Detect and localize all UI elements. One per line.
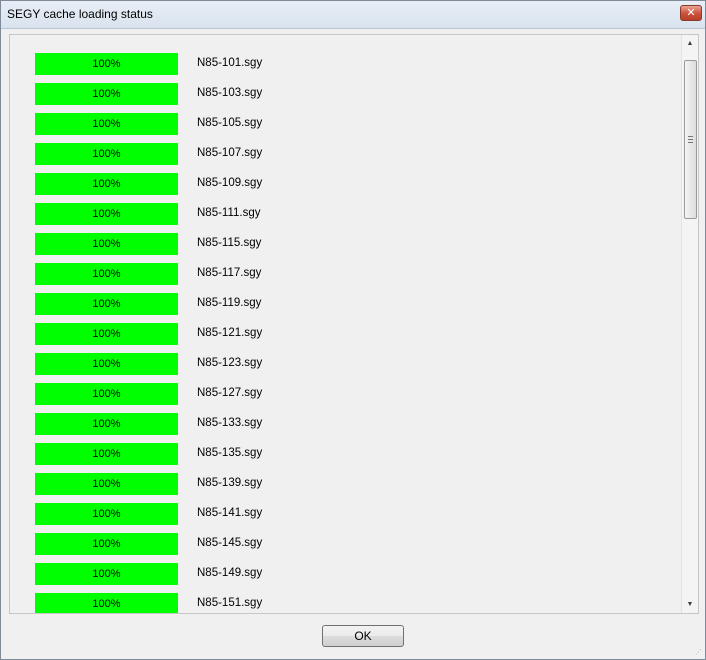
progress-label: 100% — [92, 178, 121, 190]
file-name: N85-151.sgy — [197, 597, 263, 609]
progress-bar: 100% — [35, 443, 178, 465]
progress-bar: 100% — [35, 113, 178, 135]
list-item: 100% N85-139.sgy — [10, 473, 670, 495]
list-item: 100% N85-115.sgy — [10, 233, 670, 255]
status-list: 100% N85-101.sgy 100% N85-103.sgy 100% N85-10… — [10, 35, 682, 613]
list-item: 100% N85-135.sgy — [10, 443, 670, 465]
progress-label: 100% — [92, 358, 121, 370]
progress-bar: 100% — [35, 233, 178, 255]
window-title: SEGY cache loading status — [7, 7, 153, 21]
file-name: N85-103.sgy — [197, 87, 263, 99]
progress-label: 100% — [92, 568, 121, 580]
list-item: 100% N85-141.sgy — [10, 503, 670, 525]
progress-bar: 100% — [35, 503, 178, 525]
progress-bar: 100% — [35, 293, 178, 315]
list-item: 100% N85-119.sgy — [10, 293, 670, 315]
list-item: 100% N85-121.sgy — [10, 323, 670, 345]
dialog-window: SEGY cache loading status ✕ 100% N85-101.… — [0, 0, 706, 660]
progress-label: 100% — [92, 58, 121, 70]
list-item: 100% N85-111.sgy — [10, 203, 670, 225]
progress-bar: 100% — [35, 173, 178, 195]
progress-label: 100% — [92, 388, 121, 400]
file-name: N85-121.sgy — [197, 327, 263, 339]
progress-label: 100% — [92, 478, 121, 490]
progress-bar: 100% — [35, 383, 178, 405]
file-name: N85-133.sgy — [197, 417, 263, 429]
file-name: N85-123.sgy — [197, 357, 263, 369]
close-button[interactable]: ✕ — [680, 5, 702, 21]
list-item: 100% N85-117.sgy — [10, 263, 670, 285]
file-name: N85-115.sgy — [197, 237, 262, 249]
status-list-panel: 100% N85-101.sgy 100% N85-103.sgy 100% N85-10… — [9, 34, 699, 614]
progress-label: 100% — [92, 418, 121, 430]
grip-icon — [688, 136, 693, 143]
progress-label: 100% — [92, 88, 121, 100]
list-item: 100% N85-151.sgy — [10, 593, 670, 613]
progress-label: 100% — [92, 328, 121, 340]
scrollbar-thumb[interactable] — [684, 60, 697, 219]
file-name: N85-101.sgy — [197, 57, 263, 69]
progress-bar: 100% — [35, 83, 178, 105]
progress-bar: 100% — [35, 263, 178, 285]
list-item: 100% N85-105.sgy — [10, 113, 670, 135]
progress-bar: 100% — [35, 53, 178, 75]
list-item: 100% N85-133.sgy — [10, 413, 670, 435]
ok-button[interactable]: OK — [322, 625, 404, 647]
progress-label: 100% — [92, 238, 121, 250]
progress-bar: 100% — [35, 533, 178, 555]
list-item: 100% N85-107.sgy — [10, 143, 670, 165]
progress-label: 100% — [92, 598, 121, 610]
progress-bar: 100% — [35, 323, 178, 345]
file-name: N85-117.sgy — [197, 267, 262, 279]
file-name: N85-105.sgy — [197, 117, 263, 129]
file-name: N85-141.sgy — [197, 507, 263, 519]
file-name: N85-111.sgy — [197, 207, 261, 219]
progress-label: 100% — [92, 298, 121, 310]
file-name: N85-127.sgy — [197, 387, 263, 399]
file-name: N85-109.sgy — [197, 177, 263, 189]
progress-bar: 100% — [35, 473, 178, 495]
list-item: 100% N85-101.sgy — [10, 53, 670, 75]
progress-bar: 100% — [35, 413, 178, 435]
progress-bar: 100% — [35, 563, 178, 585]
progress-bar: 100% — [35, 143, 178, 165]
list-item: 100% N85-145.sgy — [10, 533, 670, 555]
list-item: 100% N85-103.sgy — [10, 83, 670, 105]
list-item: 100% N85-149.sgy — [10, 563, 670, 585]
file-name: N85-145.sgy — [197, 537, 263, 549]
progress-bar: 100% — [35, 353, 178, 375]
progress-label: 100% — [92, 448, 121, 460]
progress-label: 100% — [92, 268, 121, 280]
progress-label: 100% — [92, 508, 121, 520]
list-item: 100% N85-127.sgy — [10, 383, 670, 405]
list-item: 100% N85-123.sgy — [10, 353, 670, 375]
file-name: N85-139.sgy — [197, 477, 263, 489]
file-name: N85-149.sgy — [197, 567, 263, 579]
progress-label: 100% — [92, 208, 121, 220]
progress-bar: 100% — [35, 203, 178, 225]
resize-grip-icon[interactable]: ⋰ — [695, 649, 703, 657]
file-name: N85-135.sgy — [197, 447, 263, 459]
progress-label: 100% — [92, 148, 121, 160]
chevron-up-icon[interactable]: ▲ — [682, 35, 698, 52]
progress-label: 100% — [92, 118, 121, 130]
vertical-scrollbar[interactable]: ▲ ▼ — [681, 35, 698, 613]
title-bar[interactable]: SEGY cache loading status ✕ — [1, 1, 705, 29]
file-name: N85-107.sgy — [197, 147, 263, 159]
list-item: 100% N85-109.sgy — [10, 173, 670, 195]
progress-bar: 100% — [35, 593, 178, 613]
chevron-down-icon[interactable]: ▼ — [682, 596, 698, 613]
close-icon: ✕ — [686, 7, 696, 19]
file-name: N85-119.sgy — [197, 297, 262, 309]
progress-label: 100% — [92, 538, 121, 550]
